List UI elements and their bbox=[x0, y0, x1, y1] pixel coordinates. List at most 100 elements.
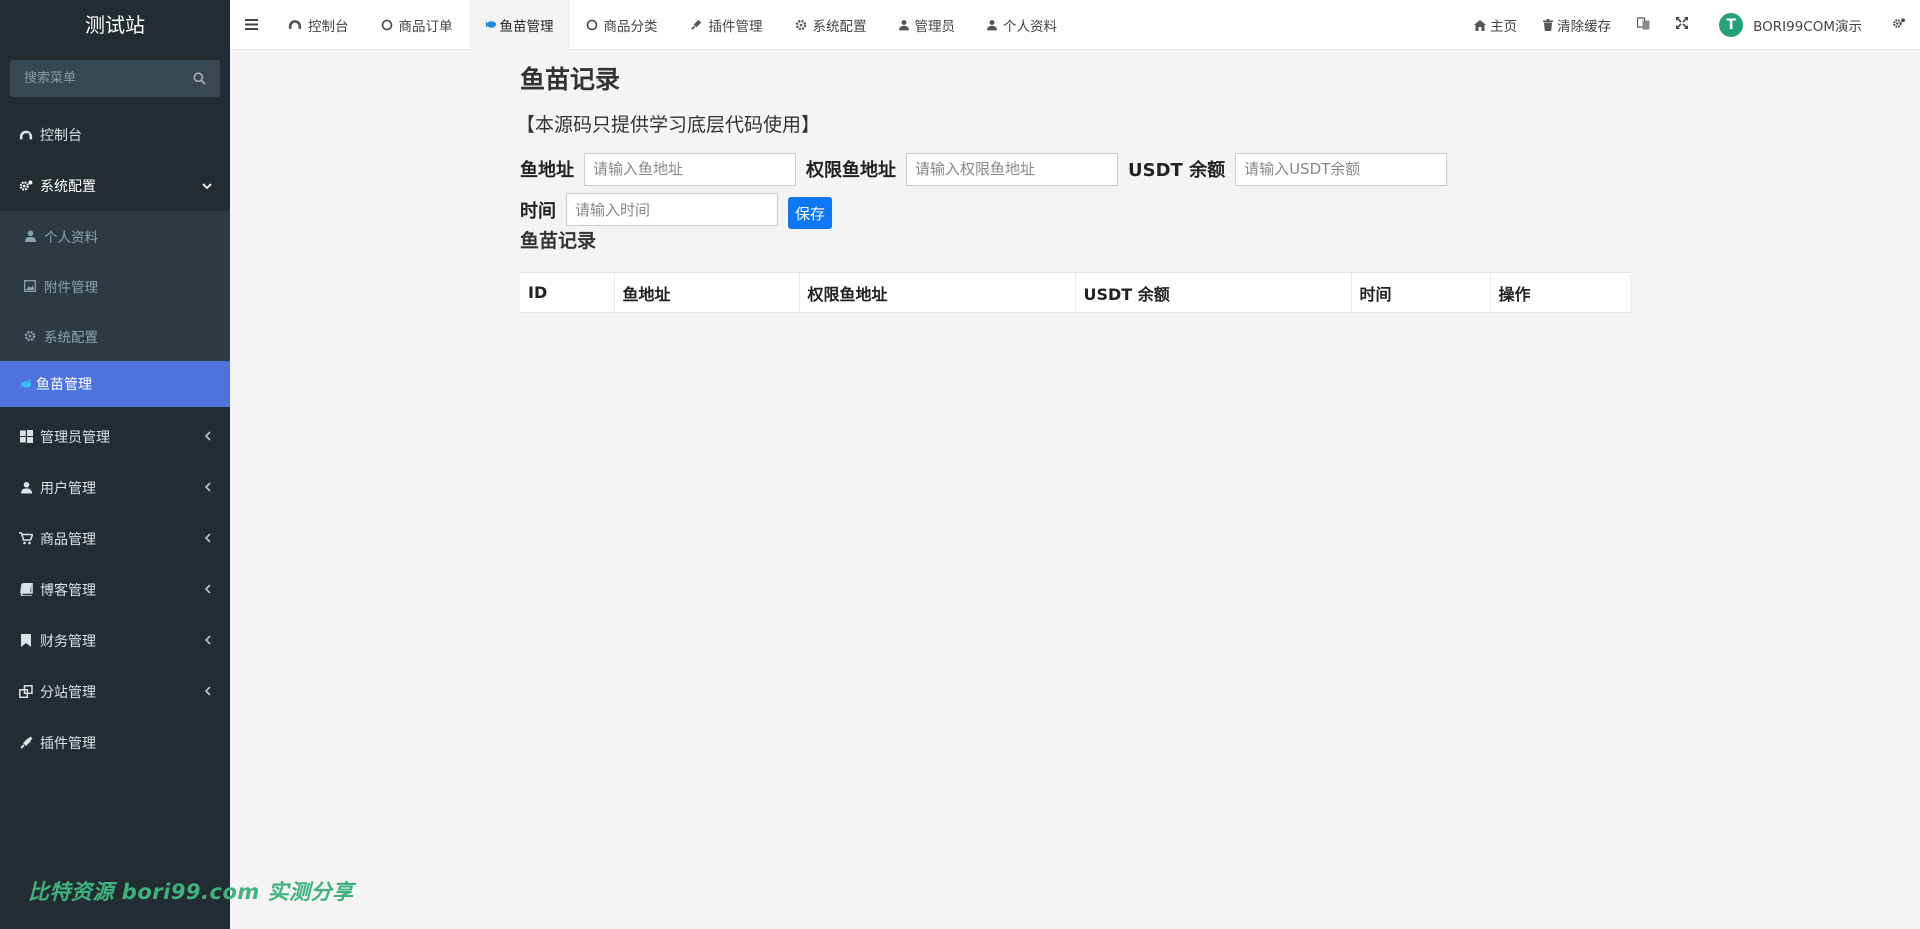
sidebar-submenu-system-config: 个人资料 附件管理 系统配置 bbox=[0, 211, 230, 361]
sidebar-item-user-management[interactable]: 用户管理 bbox=[0, 462, 230, 513]
sidebar-item-label: 插件管理 bbox=[40, 735, 96, 752]
gear-icon bbox=[22, 328, 38, 344]
records-table: ID 鱼地址 权限鱼地址 USDT 余额 时间 操作 bbox=[520, 272, 1630, 313]
watermark-text: 比特资源 bori99.com 实测分享 bbox=[28, 880, 354, 904]
tab-label: 个人资料 bbox=[1003, 18, 1057, 35]
column-header-id: ID bbox=[520, 272, 614, 313]
records-title: 鱼苗记录 bbox=[520, 230, 597, 252]
time-input[interactable] bbox=[566, 193, 778, 226]
avatar: T bbox=[1719, 13, 1744, 37]
usdt-balance-input[interactable] bbox=[1235, 152, 1448, 186]
tab-label: 鱼苗管理 bbox=[499, 18, 554, 35]
translate-icon bbox=[1637, 16, 1650, 34]
tab-system-config[interactable]: 系统配置 bbox=[779, 0, 883, 50]
sidebar-subitem-attachments[interactable]: 附件管理 bbox=[0, 261, 230, 311]
chevron-left-icon bbox=[204, 481, 212, 495]
dashboard-icon bbox=[288, 19, 302, 30]
plug-icon bbox=[690, 18, 703, 31]
column-header-fish-address: 鱼地址 bbox=[613, 272, 799, 313]
fullscreen-button[interactable] bbox=[1663, 0, 1701, 50]
user-menu[interactable]: T BORI99COM演示 bbox=[1701, 0, 1882, 50]
table-header-row: ID 鱼地址 权限鱼地址 USDT 余额 时间 操作 bbox=[520, 272, 1630, 313]
usdt-balance-label: USDT 余额 bbox=[1128, 160, 1226, 181]
page-title: 鱼苗记录 bbox=[520, 65, 621, 94]
bookmark-icon bbox=[18, 633, 34, 649]
column-header-auth-address: 权限鱼地址 bbox=[798, 272, 1075, 313]
tab-product-orders[interactable]: 商品订单 bbox=[365, 0, 469, 50]
cart-icon bbox=[18, 531, 34, 547]
tab-fish-management[interactable]: 鱼苗管理 bbox=[468, 0, 570, 50]
auth-address-label: 权限鱼地址 bbox=[806, 160, 896, 181]
search-input[interactable] bbox=[10, 60, 220, 97]
tab-label: 商品分类 bbox=[603, 18, 658, 35]
sidebar-item-plugin-management[interactable]: 插件管理 bbox=[0, 717, 230, 768]
clear-cache-button[interactable]: 清除缓存 bbox=[1530, 0, 1624, 50]
column-header-time: 时间 bbox=[1350, 272, 1490, 313]
sidebar-item-label: 用户管理 bbox=[40, 480, 96, 497]
sidebar-toggle-button[interactable] bbox=[230, 0, 272, 50]
hamburger-icon bbox=[244, 15, 258, 35]
sidebar-item-label: 附件管理 bbox=[44, 280, 98, 296]
sidebar-item-system-config[interactable]: 系统配置 bbox=[0, 160, 230, 211]
tab-profile[interactable]: 个人资料 bbox=[971, 0, 1073, 50]
auth-address-input[interactable] bbox=[906, 152, 1118, 186]
user-icon bbox=[22, 228, 38, 244]
clone-icon bbox=[18, 684, 34, 700]
tab-dashboard[interactable]: 控制台 bbox=[272, 0, 365, 50]
tab-label: 控制台 bbox=[308, 18, 349, 35]
search-icon[interactable] bbox=[193, 70, 206, 89]
fish-icon bbox=[485, 19, 498, 30]
fish-address-input[interactable] bbox=[584, 152, 796, 186]
save-button[interactable]: 保存 bbox=[788, 197, 833, 229]
sidebar-subitem-profile[interactable]: 个人资料 bbox=[0, 211, 230, 261]
fullscreen-icon bbox=[1676, 17, 1689, 33]
form-row: 鱼地址 权限鱼地址 USDT 余额 bbox=[520, 152, 1630, 186]
notice-text: 【本源码只提供学习底层代码使用】 bbox=[516, 114, 821, 136]
column-header-usdt-balance: USDT 余额 bbox=[1074, 272, 1351, 313]
circle-icon bbox=[586, 19, 598, 31]
circle-icon bbox=[381, 19, 393, 31]
tab-label: 插件管理 bbox=[708, 18, 763, 35]
user-icon bbox=[898, 19, 909, 31]
tab-admins[interactable]: 管理员 bbox=[883, 0, 972, 50]
sidebar-item-label: 管理员管理 bbox=[40, 429, 110, 446]
chevron-left-icon bbox=[204, 685, 212, 699]
tab-product-categories[interactable]: 商品分类 bbox=[570, 0, 674, 50]
column-header-actions: 操作 bbox=[1489, 272, 1630, 313]
chevron-left-icon bbox=[204, 583, 212, 597]
time-label: 时间 bbox=[520, 200, 556, 222]
sidebar-item-blog-management[interactable]: 博客管理 bbox=[0, 564, 230, 615]
sidebar-item-label: 个人资料 bbox=[44, 230, 98, 246]
tab-plugin-management[interactable]: 插件管理 bbox=[674, 0, 779, 50]
brand-title[interactable]: 测试站 bbox=[0, 0, 230, 50]
sidebar-item-label: 控制台 bbox=[40, 127, 82, 144]
sidebar-item-label: 分站管理 bbox=[40, 684, 96, 701]
gear-icon bbox=[795, 19, 807, 31]
navbar-right: 主页 清除缓存 T BORI99COM演示 bbox=[1461, 0, 1920, 50]
tab-label: 系统配置 bbox=[812, 18, 867, 35]
user-icon bbox=[18, 480, 34, 496]
sidebar-item-finance-management[interactable]: 财务管理 bbox=[0, 615, 230, 666]
sidebar-item-label: 鱼苗管理 bbox=[36, 377, 92, 393]
home-label: 主页 bbox=[1490, 19, 1518, 35]
sidebar-item-label: 系统配置 bbox=[40, 178, 96, 195]
tab-label: 商品订单 bbox=[398, 18, 453, 35]
sidebar-item-dashboard[interactable]: 控制台 bbox=[0, 109, 230, 160]
form-row: 时间 保存 bbox=[520, 191, 1630, 229]
chevron-left-icon bbox=[204, 532, 212, 546]
windows-icon bbox=[18, 429, 34, 445]
sidebar-item-label: 财务管理 bbox=[40, 633, 96, 650]
sidebar-subitem-fish-management[interactable]: 鱼苗管理 bbox=[0, 361, 230, 407]
sidebar-item-product-management[interactable]: 商品管理 bbox=[0, 513, 230, 564]
home-link[interactable]: 主页 bbox=[1461, 0, 1530, 50]
sidebar: 测试站 控制台 系统配置 个人资料 附件管理 bbox=[0, 0, 230, 929]
sidebar-subitem-system-config[interactable]: 系统配置 bbox=[0, 311, 230, 361]
translate-button[interactable] bbox=[1624, 0, 1663, 50]
user-icon bbox=[987, 19, 997, 31]
plug-icon bbox=[18, 735, 34, 751]
settings-button[interactable] bbox=[1882, 0, 1920, 50]
sidebar-item-label: 博客管理 bbox=[40, 582, 96, 599]
sidebar-item-substation-management[interactable]: 分站管理 bbox=[0, 666, 230, 717]
sidebar-item-admin-management[interactable]: 管理员管理 bbox=[0, 411, 230, 462]
cogs-icon bbox=[18, 178, 34, 194]
